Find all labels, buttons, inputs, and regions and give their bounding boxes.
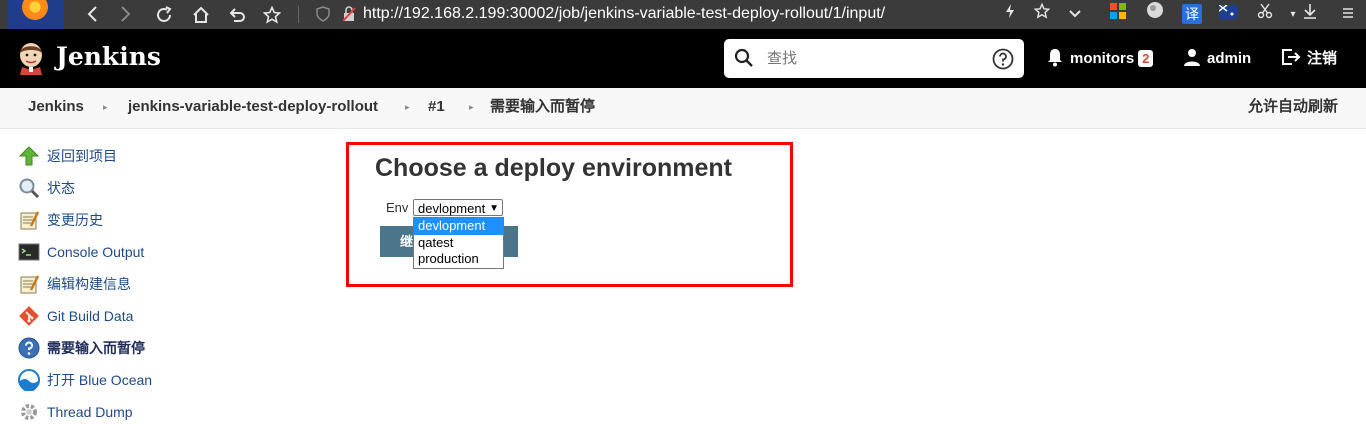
search-input[interactable] <box>767 39 967 78</box>
breadcrumb-item-input[interactable]: 需要输入而暂停 <box>490 88 595 126</box>
blue-ocean-icon <box>18 369 40 391</box>
breadcrumb-chevron-icon[interactable]: ▸ <box>405 88 410 126</box>
env-option-production[interactable]: production <box>414 251 503 268</box>
logout-icon <box>1282 49 1301 66</box>
sidebar-item-label: 需要输入而暂停 <box>47 340 145 356</box>
user-link[interactable]: admin <box>1183 29 1251 88</box>
git-icon <box>19 306 39 326</box>
up-arrow-icon <box>18 146 40 166</box>
sidebar-item-label: 打开 Blue Ocean <box>47 372 153 388</box>
sidebar-item-label: 变更历史 <box>47 212 103 228</box>
notepad-icon <box>20 275 40 294</box>
jenkins-header: Jenkins monitors2 admin 注销 <box>0 29 1366 88</box>
lock-icon[interactable] <box>334 0 364 29</box>
sidebar-item-label: Git Build Data <box>47 308 134 324</box>
forward-icon[interactable] <box>110 0 140 29</box>
jenkins-brand[interactable]: Jenkins <box>56 41 161 73</box>
env-option-devlopment[interactable]: devlopment <box>414 218 503 235</box>
breadcrumb-chevron-icon[interactable]: ▸ <box>469 88 474 126</box>
help-icon[interactable] <box>992 48 1014 70</box>
sidebar-item-label: Console Output <box>47 244 145 260</box>
env-select[interactable]: devlopment ▼ <box>413 199 503 216</box>
logout-link[interactable]: 注销 <box>1281 29 1337 88</box>
user-icon <box>1184 49 1200 67</box>
translate-icon[interactable]: 译 <box>1180 0 1204 29</box>
chevron-down-icon[interactable] <box>1063 0 1087 29</box>
sidebar-item-label: 编辑构建信息 <box>47 276 131 292</box>
gear-icon <box>21 404 37 420</box>
monitors-count-badge: 2 <box>1138 49 1154 67</box>
search-box[interactable] <box>724 39 1024 78</box>
env-option-qatest[interactable]: qatest <box>414 235 503 252</box>
auto-refresh-link[interactable]: 允许自动刷新 <box>1248 88 1338 126</box>
download-icon[interactable] <box>1298 0 1322 29</box>
page-title: Choose a deploy environment <box>375 154 733 182</box>
breadcrumb-item-job[interactable]: jenkins-variable-test-deploy-rollout <box>128 88 378 126</box>
undo-icon[interactable] <box>222 0 252 29</box>
lightning-icon[interactable] <box>998 0 1022 29</box>
toolbar-divider <box>298 6 299 23</box>
globe-icon[interactable] <box>1143 0 1167 29</box>
jenkins-logo-icon[interactable] <box>16 41 46 75</box>
breadcrumb: Jenkins ▸ jenkins-variable-test-deploy-r… <box>0 88 1366 129</box>
logout-label: 注销 <box>1307 50 1338 67</box>
reload-icon[interactable] <box>149 0 179 29</box>
breadcrumb-chevron-icon[interactable]: ▸ <box>103 88 108 126</box>
apps-icon[interactable] <box>1106 0 1130 29</box>
terminal-icon <box>18 243 40 261</box>
browser-toolbar: http://192.168.2.199:30002/job/jenkins-v… <box>0 0 1366 29</box>
back-icon[interactable] <box>78 0 108 29</box>
env-label: Env <box>386 200 409 215</box>
sidebar-item-label: 返回到项目 <box>47 148 117 164</box>
bell-icon <box>1048 49 1062 67</box>
tab-favicon[interactable] <box>8 0 64 29</box>
sidebar-item-label: 状态 <box>47 180 75 196</box>
monitors-link[interactable]: monitors 2 <box>1046 29 1154 88</box>
flower-icon <box>22 0 48 20</box>
home-icon[interactable] <box>186 0 216 29</box>
menu-more-icon[interactable] <box>1336 0 1360 29</box>
breadcrumb-item-jenkins[interactable]: Jenkins <box>28 88 84 126</box>
bookmark-star-icon[interactable] <box>1030 0 1054 29</box>
scissors-icon[interactable] <box>1253 0 1277 29</box>
user-name: admin <box>1207 50 1252 67</box>
breadcrumb-item-build[interactable]: #1 <box>428 88 445 126</box>
flag-icon[interactable] <box>1216 0 1240 29</box>
help-icon <box>18 337 40 359</box>
chevron-down-icon: ▼ <box>489 203 499 214</box>
search-icon <box>734 48 753 67</box>
star-icon[interactable] <box>257 0 287 29</box>
env-dropdown-list: devlopment qatest production <box>413 217 504 269</box>
monitors-label: monitors <box>1070 50 1135 67</box>
notepad-icon <box>20 211 40 230</box>
sidebar-item-label: Thread Dump <box>47 404 133 420</box>
address-bar[interactable]: http://192.168.2.199:30002/job/jenkins-v… <box>363 0 885 29</box>
env-select-value: devlopment <box>418 201 486 216</box>
magnifier-icon <box>19 178 40 199</box>
